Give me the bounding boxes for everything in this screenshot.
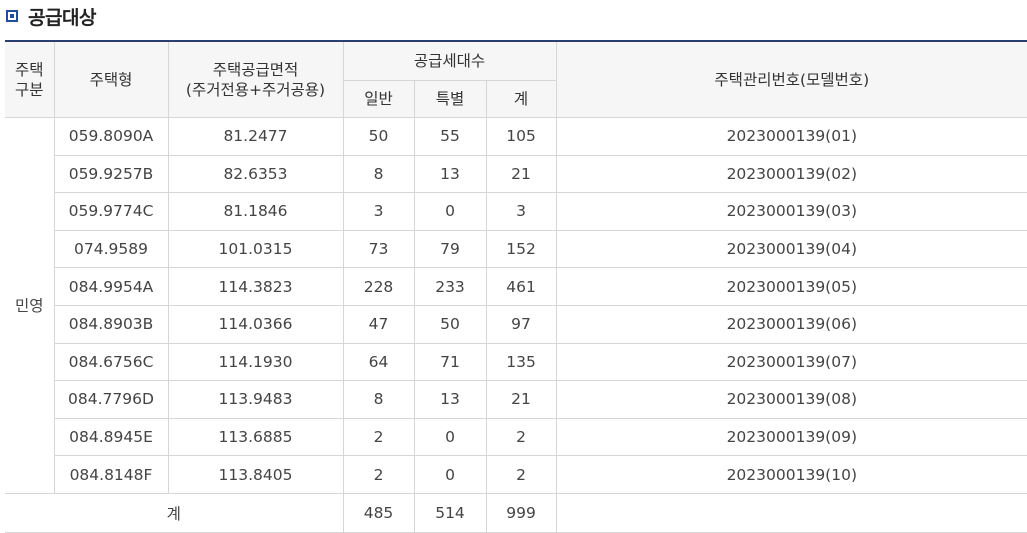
cell-sum: 21 bbox=[485, 380, 557, 419]
cell-type: 084.8945E bbox=[54, 417, 169, 457]
cell-special: 233 bbox=[413, 267, 487, 306]
cell-sum: 2 bbox=[485, 455, 557, 494]
header-model-no: 주택관리번호(모델번호) bbox=[555, 40, 1027, 118]
cell-sum: 97 bbox=[485, 304, 557, 344]
cell-special: 0 bbox=[413, 417, 487, 457]
cell-general: 8 bbox=[342, 380, 415, 419]
cell-model-no: 2023000139(02) bbox=[555, 154, 1027, 194]
cell-type: 059.9257B bbox=[54, 154, 169, 194]
cell-area: 114.3823 bbox=[167, 267, 344, 306]
cell-type: 084.8903B bbox=[54, 304, 169, 344]
cell-general: 73 bbox=[342, 229, 415, 269]
cell-sum: 21 bbox=[485, 154, 557, 194]
table-row: 084.8903B 114.0366 47 50 97 2023000139(06) bbox=[5, 304, 1027, 344]
total-special: 514 bbox=[413, 492, 487, 533]
cell-special: 0 bbox=[413, 192, 487, 231]
cell-model-no: 2023000139(07) bbox=[555, 342, 1027, 382]
table-body: 민영 059.8090A 81.2477 50 55 105 2023000139(01) 0… bbox=[5, 117, 1027, 533]
cell-type: 084.7796D bbox=[54, 380, 169, 419]
cell-model-no: 2023000139(04) bbox=[555, 229, 1027, 269]
cell-sum: 152 bbox=[485, 229, 557, 269]
table-row: 074.9589 101.0315 73 79 152 2023000139(04) bbox=[5, 229, 1027, 269]
cell-model-no: 2023000139(06) bbox=[555, 304, 1027, 344]
cell-area: 81.1846 bbox=[167, 192, 344, 231]
cell-general: 64 bbox=[342, 342, 415, 382]
table-row: 084.7796D 113.9483 8 13 21 2023000139(08) bbox=[5, 380, 1027, 419]
cell-area: 82.6353 bbox=[167, 154, 344, 194]
cell-type: 084.8148F bbox=[54, 455, 169, 494]
cell-area: 113.6885 bbox=[167, 417, 344, 457]
cell-area: 81.2477 bbox=[167, 117, 344, 156]
cell-model-no: 2023000139(01) bbox=[555, 117, 1027, 156]
cell-special: 71 bbox=[413, 342, 487, 382]
cell-general: 8 bbox=[342, 154, 415, 194]
cell-sum: 3 bbox=[485, 192, 557, 231]
cell-area: 114.1930 bbox=[167, 342, 344, 382]
total-model-no bbox=[555, 492, 1027, 533]
cell-special: 50 bbox=[413, 304, 487, 344]
cell-type: 084.9954A bbox=[54, 267, 169, 306]
header-units: 공급세대수 bbox=[342, 40, 557, 81]
cell-general: 2 bbox=[342, 455, 415, 494]
cell-general: 2 bbox=[342, 417, 415, 457]
total-row: 계 485 514 999 bbox=[5, 492, 1027, 533]
square-bullet-icon bbox=[6, 10, 18, 22]
cell-special: 0 bbox=[413, 455, 487, 494]
total-label: 계 bbox=[5, 492, 344, 533]
cell-general: 228 bbox=[342, 267, 415, 306]
table-row: 084.8148F 113.8405 2 0 2 2023000139(10) bbox=[5, 455, 1027, 494]
table-row: 059.9774C 81.1846 3 0 3 2023000139(03) bbox=[5, 192, 1027, 231]
cell-type: 059.8090A bbox=[53, 117, 169, 156]
header-special: 특별 bbox=[413, 80, 487, 118]
cell-general: 50 bbox=[342, 117, 415, 156]
cell-special: 13 bbox=[413, 380, 487, 419]
cell-sum: 461 bbox=[485, 267, 557, 306]
cell-general: 3 bbox=[342, 192, 415, 231]
total-sum: 999 bbox=[485, 492, 557, 533]
header-sum: 계 bbox=[485, 80, 557, 118]
cell-general: 47 bbox=[342, 304, 415, 344]
cell-area: 101.0315 bbox=[167, 229, 344, 269]
category-cell: 민영 bbox=[5, 117, 55, 494]
header-general: 일반 bbox=[343, 80, 415, 118]
cell-sum: 135 bbox=[485, 342, 557, 382]
cell-special: 79 bbox=[413, 229, 487, 269]
table-row: 민영 059.8090A 81.2477 50 55 105 2023000139(01) bbox=[5, 117, 1027, 494]
header-area: 주택공급면적 (주거전용+주거공용) bbox=[167, 40, 344, 118]
header-type: 주택형 bbox=[53, 40, 169, 118]
header-area-line2: (주거전용+주거공용) bbox=[185, 80, 326, 99]
cell-area: 114.0366 bbox=[167, 304, 344, 344]
cell-type: 084.6756C bbox=[54, 342, 169, 382]
supply-table: 주택 구분 주택형 주택공급면적 (주거전용+주거공용) 공급세대수 주택관리번… bbox=[5, 40, 1027, 533]
cell-area: 113.8405 bbox=[167, 455, 344, 494]
cell-area: 113.9483 bbox=[167, 380, 344, 419]
table-row: 084.8945E 113.6885 2 0 2 2023000139(09) bbox=[5, 417, 1027, 457]
cell-model-no: 2023000139(05) bbox=[555, 267, 1027, 306]
table-row: 059.9257B 82.6353 8 13 21 2023000139(02) bbox=[5, 154, 1027, 194]
cell-type: 059.9774C bbox=[54, 192, 169, 231]
cell-sum: 105 bbox=[485, 117, 557, 156]
header-area-line1: 주택공급면적 bbox=[212, 60, 299, 79]
cell-model-no: 2023000139(10) bbox=[555, 455, 1027, 494]
cell-model-no: 2023000139(09) bbox=[555, 417, 1027, 457]
header-category: 주택 구분 bbox=[5, 40, 55, 118]
cell-model-no: 2023000139(03) bbox=[555, 192, 1027, 231]
table-row: 084.9954A 114.3823 228 233 461 2023000139(05) bbox=[5, 267, 1027, 306]
section-header: 공급대상 bbox=[6, 4, 96, 29]
section-title: 공급대상 bbox=[28, 6, 96, 29]
cell-type: 074.9589 bbox=[54, 229, 169, 269]
table-row: 084.6756C 114.1930 64 71 135 2023000139(07) bbox=[5, 342, 1027, 382]
cell-special: 13 bbox=[413, 154, 487, 194]
total-general: 485 bbox=[342, 492, 415, 533]
cell-model-no: 2023000139(08) bbox=[555, 380, 1027, 419]
cell-sum: 2 bbox=[485, 417, 557, 457]
cell-special: 55 bbox=[413, 117, 487, 156]
